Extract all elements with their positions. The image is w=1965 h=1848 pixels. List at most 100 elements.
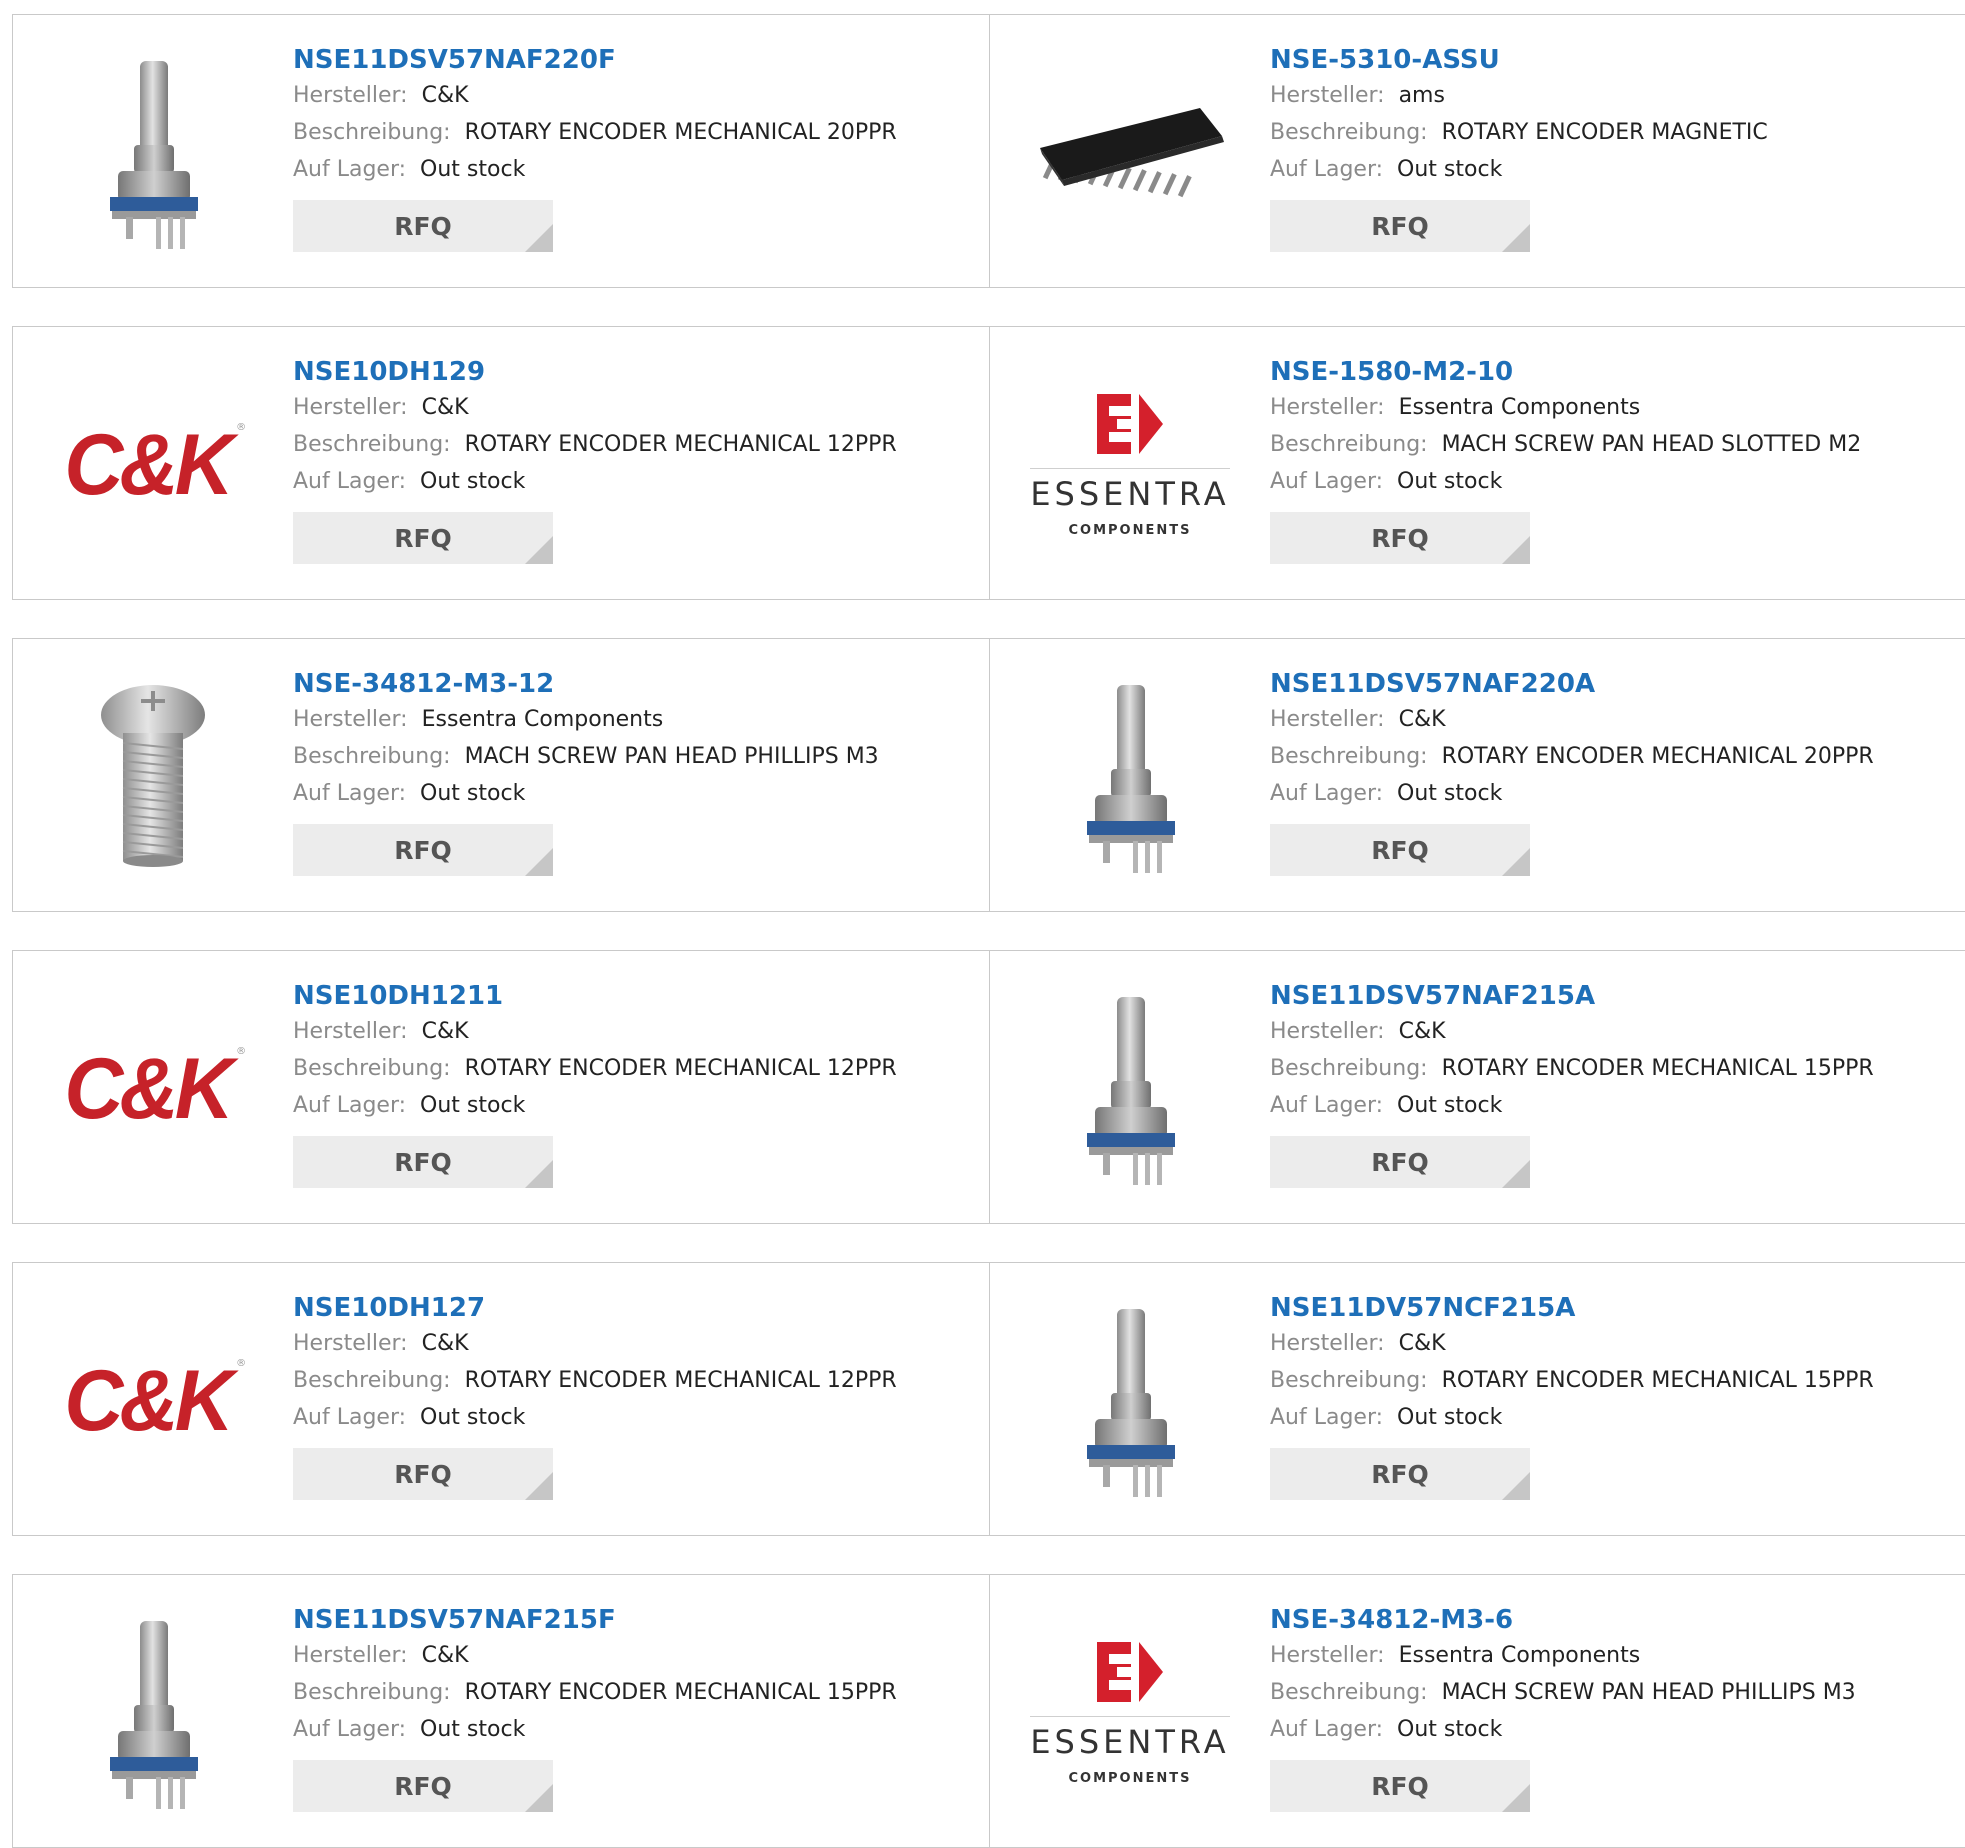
rfq-button-label: RFQ [1371, 523, 1429, 553]
manufacturer-value: C&K [1398, 1019, 1446, 1044]
part-number-link[interactable]: NSE11DSV57NAF220A [1270, 667, 1957, 701]
rfq-button[interactable]: RFQ [293, 200, 553, 252]
rfq-button[interactable]: RFQ [293, 1448, 553, 1500]
manufacturer-label: Hersteller: [1270, 1019, 1385, 1044]
part-number-link[interactable]: NSE11DSV57NAF220F [293, 43, 979, 77]
corner-triangle-icon [1502, 848, 1530, 876]
ic-chip-image[interactable] [1030, 88, 1230, 218]
rotary-encoder-image[interactable] [1045, 677, 1215, 877]
corner-triangle-icon [525, 848, 553, 876]
stock-row: Auf Lager: Out stock [1270, 775, 1957, 812]
corner-triangle-icon [525, 1784, 553, 1812]
corner-triangle-icon [525, 1160, 553, 1188]
description-value: ROTARY ENCODER MECHANICAL 20PPR [464, 120, 897, 145]
product-thumbnail[interactable] [1030, 1301, 1230, 1501]
product-card: NSE-34812-M3-12 Hersteller: Essentra Comp… [12, 638, 990, 912]
rfq-button[interactable]: RFQ [293, 512, 553, 564]
rotary-encoder-image[interactable] [1045, 1301, 1215, 1501]
product-thumbnail[interactable] [1030, 677, 1230, 877]
stock-row: Auf Lager: Out stock [1270, 1087, 1957, 1124]
description-row: Beschreibung: ROTARY ENCODER MECHANICAL 1… [293, 426, 979, 463]
manufacturer-value: Essentra Components [421, 707, 664, 732]
rotary-encoder-image[interactable] [68, 53, 238, 253]
part-number-link[interactable]: NSE10DH129 [293, 355, 979, 389]
manufacturer-row: Hersteller: Essentra Components [293, 701, 979, 738]
rfq-button[interactable]: RFQ [1270, 200, 1530, 252]
product-thumbnail[interactable] [1030, 53, 1230, 253]
product-thumbnail[interactable]: ESSENTRA COMPONENTS [1030, 365, 1230, 565]
manufacturer-row: Hersteller: Essentra Components [1270, 389, 1957, 426]
product-thumbnail[interactable]: C&K ® [53, 989, 253, 1189]
rfq-button[interactable]: RFQ [1270, 824, 1530, 876]
product-thumbnail[interactable] [53, 677, 253, 877]
stock-value: Out stock [1397, 469, 1503, 494]
essentra-mark-icon [1097, 1642, 1163, 1702]
part-number-link[interactable]: NSE-34812-M3-12 [293, 667, 979, 701]
part-number-link[interactable]: NSE10DH127 [293, 1291, 979, 1325]
stock-value: Out stock [1397, 1405, 1503, 1430]
product-card: C&K ® NSE10DH129 Hersteller: C&K Beschrei… [12, 326, 990, 600]
screw-image[interactable] [93, 677, 213, 877]
product-info: NSE10DH127 Hersteller: C&K Beschreibung: R… [293, 1291, 979, 1500]
stock-value: Out stock [420, 157, 526, 182]
product-thumbnail[interactable]: ESSENTRA COMPONENTS [1030, 1613, 1230, 1813]
rfq-button[interactable]: RFQ [293, 1136, 553, 1188]
product-thumbnail[interactable]: C&K ® [53, 365, 253, 565]
manufacturer-row: Hersteller: ams [1270, 77, 1957, 114]
part-number-link[interactable]: NSE-5310-ASSU [1270, 43, 1957, 77]
manufacturer-label: Hersteller: [293, 1019, 408, 1044]
product-info: NSE11DV57NCF215A Hersteller: C&K Beschrei… [1270, 1291, 1957, 1500]
rfq-button[interactable]: RFQ [1270, 1136, 1530, 1188]
product-info: NSE-1580-M2-10 Hersteller: Essentra Compo… [1270, 355, 1957, 564]
essentra-logo-subtext: COMPONENTS [1068, 1771, 1192, 1786]
part-number-link[interactable]: NSE-34812-M3-6 [1270, 1603, 1957, 1637]
stock-label: Auf Lager: [293, 1717, 407, 1742]
corner-triangle-icon [1502, 536, 1530, 564]
part-number-link[interactable]: NSE11DV57NCF215A [1270, 1291, 1957, 1325]
description-value: ROTARY ENCODER MECHANICAL 12PPR [464, 432, 897, 457]
manufacturer-label: Hersteller: [293, 1643, 408, 1668]
description-value: MACH SCREW PAN HEAD PHILLIPS M3 [1441, 1680, 1856, 1705]
part-number-link[interactable]: NSE10DH1211 [293, 979, 979, 1013]
description-label: Beschreibung: [293, 1056, 451, 1081]
manufacturer-row: Hersteller: C&K [1270, 701, 1957, 738]
rfq-button[interactable]: RFQ [1270, 512, 1530, 564]
manufacturer-row: Hersteller: C&K [293, 1325, 979, 1362]
product-card: C&K ® NSE10DH127 Hersteller: C&K Beschrei… [12, 1262, 990, 1536]
rfq-button[interactable]: RFQ [293, 1760, 553, 1812]
part-number-link[interactable]: NSE11DSV57NAF215A [1270, 979, 1957, 1013]
manufacturer-label: Hersteller: [1270, 1331, 1385, 1356]
stock-label: Auf Lager: [293, 781, 407, 806]
stock-row: Auf Lager: Out stock [1270, 151, 1957, 188]
part-number-link[interactable]: NSE-1580-M2-10 [1270, 355, 1957, 389]
stock-value: Out stock [1397, 781, 1503, 806]
manufacturer-label: Hersteller: [293, 83, 408, 108]
description-label: Beschreibung: [1270, 744, 1428, 769]
rfq-button-label: RFQ [394, 835, 452, 865]
product-thumbnail[interactable] [1030, 989, 1230, 1189]
rfq-button[interactable]: RFQ [1270, 1448, 1530, 1500]
rfq-button[interactable]: RFQ [293, 824, 553, 876]
essentra-logo-text: ESSENTRA [1030, 475, 1230, 513]
essentra-logo: ESSENTRA COMPONENTS [1030, 1640, 1230, 1786]
part-number-link[interactable]: NSE11DSV57NAF215F [293, 1603, 979, 1637]
rfq-button-label: RFQ [394, 211, 452, 241]
product-card: ESSENTRA COMPONENTS NSE-1580-M2-10 Herst… [990, 326, 1965, 600]
stock-label: Auf Lager: [1270, 1093, 1384, 1118]
product-thumbnail[interactable] [53, 1613, 253, 1813]
product-thumbnail[interactable] [53, 53, 253, 253]
corner-triangle-icon [525, 1472, 553, 1500]
rotary-encoder-image[interactable] [1045, 989, 1215, 1189]
description-row: Beschreibung: ROTARY ENCODER MAGNETIC [1270, 114, 1957, 151]
product-card: ESSENTRA COMPONENTS NSE-34812-M3-6 Herst… [990, 1574, 1965, 1848]
product-card: NSE11DV57NCF215A Hersteller: C&K Beschrei… [990, 1262, 1965, 1536]
description-label: Beschreibung: [293, 120, 451, 145]
description-row: Beschreibung: ROTARY ENCODER MECHANICAL 1… [293, 1362, 979, 1399]
product-thumbnail[interactable]: C&K ® [53, 1301, 253, 1501]
rfq-button-label: RFQ [1371, 1771, 1429, 1801]
rotary-encoder-image[interactable] [68, 1613, 238, 1813]
rfq-button[interactable]: RFQ [1270, 1760, 1530, 1812]
ck-logo: C&K ® [64, 1041, 247, 1137]
stock-label: Auf Lager: [293, 469, 407, 494]
description-label: Beschreibung: [1270, 1056, 1428, 1081]
